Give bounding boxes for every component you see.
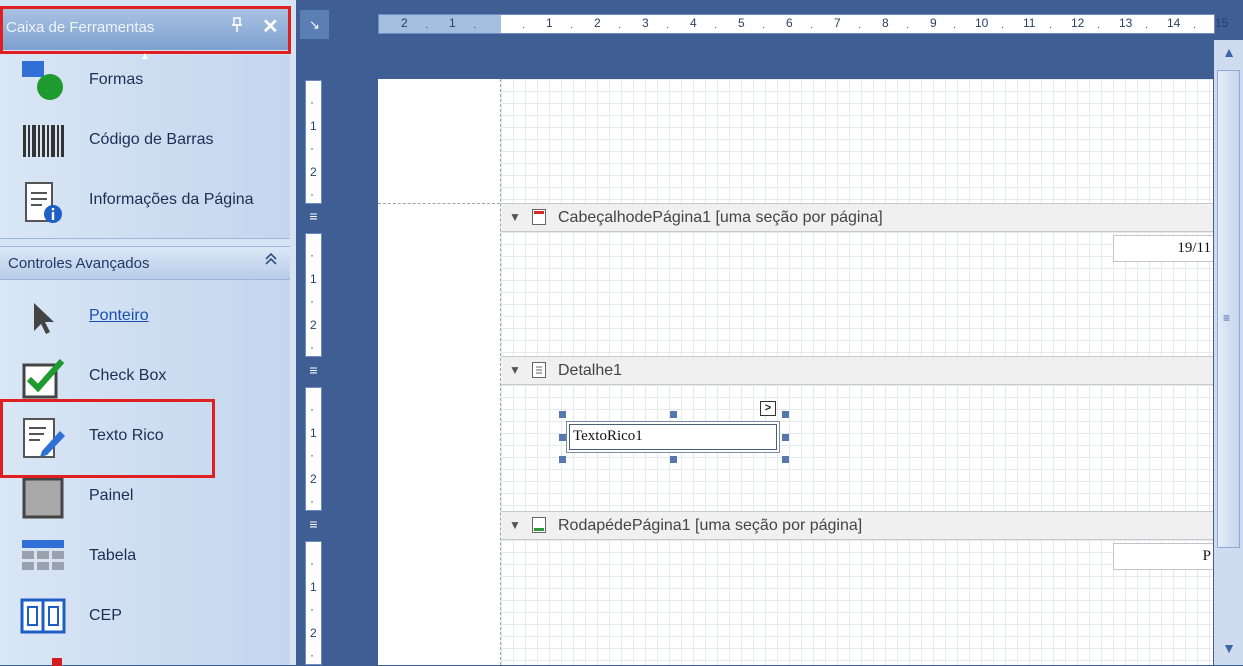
tool-zipcode[interactable]: CEP bbox=[0, 587, 290, 647]
tool-shapes[interactable]: Formas bbox=[0, 51, 290, 111]
ruler-number: 2 bbox=[310, 318, 317, 332]
highlight-box-rich-text bbox=[0, 399, 215, 478]
resize-handle[interactable] bbox=[670, 411, 677, 418]
vertical-ruler-page-footer: · 1 · 2 · bbox=[305, 541, 322, 665]
group-header-advanced-controls[interactable]: Controles Avançados bbox=[0, 246, 290, 280]
band-page-header[interactable]: ▼ CabeçalhodePágina1 [uma seção por pági… bbox=[501, 203, 1213, 232]
resize-handle[interactable] bbox=[559, 434, 566, 441]
ruler-number: 1 bbox=[310, 119, 317, 133]
tool-label: Painel bbox=[89, 487, 134, 504]
band-label: RodapédePágina1 [uma seção por página] bbox=[558, 517, 863, 534]
tool-label: Check Box bbox=[89, 367, 167, 384]
ruler-margin-area bbox=[379, 15, 501, 33]
ruler-number: 2 bbox=[310, 626, 317, 640]
band-resize-grip-icon[interactable]: ≡ bbox=[307, 362, 320, 378]
footer-page-field[interactable]: P bbox=[1113, 543, 1213, 570]
collapse-triangle-icon[interactable]: ▼ bbox=[509, 210, 521, 224]
resize-handle[interactable] bbox=[559, 456, 566, 463]
ruler-number: 7 bbox=[834, 16, 841, 30]
resize-handle[interactable] bbox=[670, 456, 677, 463]
band-resize-grip-icon[interactable]: ≡ bbox=[307, 516, 320, 532]
tool-label: Tabela bbox=[89, 547, 137, 564]
page-info-icon bbox=[20, 181, 68, 223]
resize-handle[interactable] bbox=[559, 411, 566, 418]
page-header-band-icon bbox=[532, 209, 546, 225]
collapse-chevron-icon[interactable] bbox=[264, 251, 278, 272]
ruler-number: 9 bbox=[930, 16, 937, 30]
ruler-number: 5 bbox=[738, 16, 745, 30]
ruler-number: 1 bbox=[310, 272, 317, 286]
ruler-number: 2 bbox=[594, 16, 601, 30]
ruler-number: 2 bbox=[401, 16, 408, 30]
ruler-number: 1 bbox=[310, 580, 317, 594]
ruler-number: 10 bbox=[975, 16, 989, 30]
scroll-up-arrow-icon[interactable]: ▲ bbox=[1218, 44, 1240, 66]
tool-label: Código de Barras bbox=[89, 131, 214, 148]
ruler-number: 1 bbox=[449, 16, 456, 30]
ruler-number: 4 bbox=[690, 16, 697, 30]
scroll-down-arrow-icon[interactable]: ▼ bbox=[1218, 640, 1240, 662]
ruler-number: 3 bbox=[642, 16, 649, 30]
tool-label: Informações da Página bbox=[89, 191, 254, 208]
vertical-ruler-detail: · 1 · 2 · bbox=[305, 387, 322, 511]
barcode-icon bbox=[20, 121, 68, 161]
tool-pointer[interactable]: Ponteiro bbox=[0, 287, 290, 347]
margin-guide-horizontal bbox=[378, 203, 500, 204]
rich-text-control[interactable]: TextoRico1 bbox=[569, 424, 777, 450]
ruler-number: 6 bbox=[786, 16, 793, 30]
panel-icon bbox=[20, 477, 68, 519]
top-margin-grid bbox=[501, 79, 1213, 203]
tool-page-info[interactable]: Informações da Página bbox=[0, 171, 290, 231]
detail-band-icon bbox=[532, 362, 546, 378]
toolbox-panel: Caixa de Ferramentas ✕ ▲ Formas Código d… bbox=[0, 0, 296, 666]
collapse-triangle-icon[interactable]: ▼ bbox=[509, 363, 521, 377]
shapes-icon bbox=[20, 61, 68, 101]
ruler-number: 2 bbox=[310, 472, 317, 486]
resize-handle[interactable] bbox=[782, 456, 789, 463]
ruler-number: 8 bbox=[882, 16, 889, 30]
resize-handle[interactable] bbox=[782, 411, 789, 418]
ruler-number: 12 bbox=[1071, 16, 1085, 30]
band-label: Detalhe1 bbox=[558, 362, 623, 379]
band-resize-grip-icon[interactable]: ≡ bbox=[307, 208, 320, 224]
smart-tag-icon[interactable]: > bbox=[760, 401, 776, 416]
zipcode-icon bbox=[20, 597, 68, 637]
group-title: Controles Avançados bbox=[8, 255, 150, 272]
scroll-grip-icon: ≡ bbox=[1223, 311, 1231, 325]
ruler-number: 11 bbox=[1023, 16, 1036, 30]
tool-barcode[interactable]: Código de Barras bbox=[0, 111, 290, 171]
resize-handle[interactable] bbox=[782, 434, 789, 441]
checkbox-icon bbox=[20, 357, 68, 399]
ruler-number: 1 bbox=[310, 426, 317, 440]
tool-label: Ponteiro bbox=[89, 307, 149, 324]
ruler-number: 14 bbox=[1167, 16, 1181, 30]
vertical-scrollbar[interactable]: ▲ ≡ ▼ bbox=[1214, 40, 1243, 665]
pointer-icon bbox=[20, 297, 68, 337]
tool-checkbox[interactable]: Check Box bbox=[0, 347, 290, 407]
ruler-number: 13 bbox=[1119, 16, 1133, 30]
band-detail[interactable]: ▼ Detalhe1 bbox=[501, 356, 1213, 385]
table-icon bbox=[20, 537, 68, 577]
tool-label: CEP bbox=[89, 607, 122, 624]
margin-guide-vertical bbox=[500, 79, 501, 665]
page-footer-grid bbox=[501, 540, 1213, 665]
ruler-number: 1 bbox=[546, 16, 553, 30]
header-date-field[interactable]: 19/11 bbox=[1113, 235, 1213, 262]
ruler-corner-icon[interactable]: ↘ bbox=[300, 10, 329, 39]
highlight-box-header bbox=[0, 6, 291, 54]
band-label: CabeçalhodePágina1 [uma seção por página… bbox=[558, 209, 883, 226]
tool-table[interactable]: Tabela bbox=[0, 527, 290, 587]
vertical-ruler-top-margin: · 1 · 2 · bbox=[305, 80, 322, 204]
page-header-grid bbox=[501, 232, 1213, 356]
tool-label: Formas bbox=[89, 71, 144, 88]
collapse-triangle-icon[interactable]: ▼ bbox=[509, 518, 521, 532]
ruler-number: 15 bbox=[1215, 16, 1229, 30]
vertical-ruler-page-header: · 1 · 2 · bbox=[305, 233, 322, 357]
ruler-number: 2 bbox=[310, 165, 317, 179]
band-page-footer[interactable]: ▼ RodapédePágina1 [uma seção por página] bbox=[501, 511, 1213, 540]
horizontal-ruler: 2 1 1 2 3 4 5 6 7 8 9 10 11 12 13 14 15 … bbox=[378, 14, 1228, 34]
toolbox-group-general: ▲ Formas Código de Barras Informações da… bbox=[0, 51, 290, 239]
page-footer-band-icon bbox=[532, 517, 546, 533]
scrollbar-thumb[interactable]: ≡ bbox=[1217, 70, 1240, 548]
